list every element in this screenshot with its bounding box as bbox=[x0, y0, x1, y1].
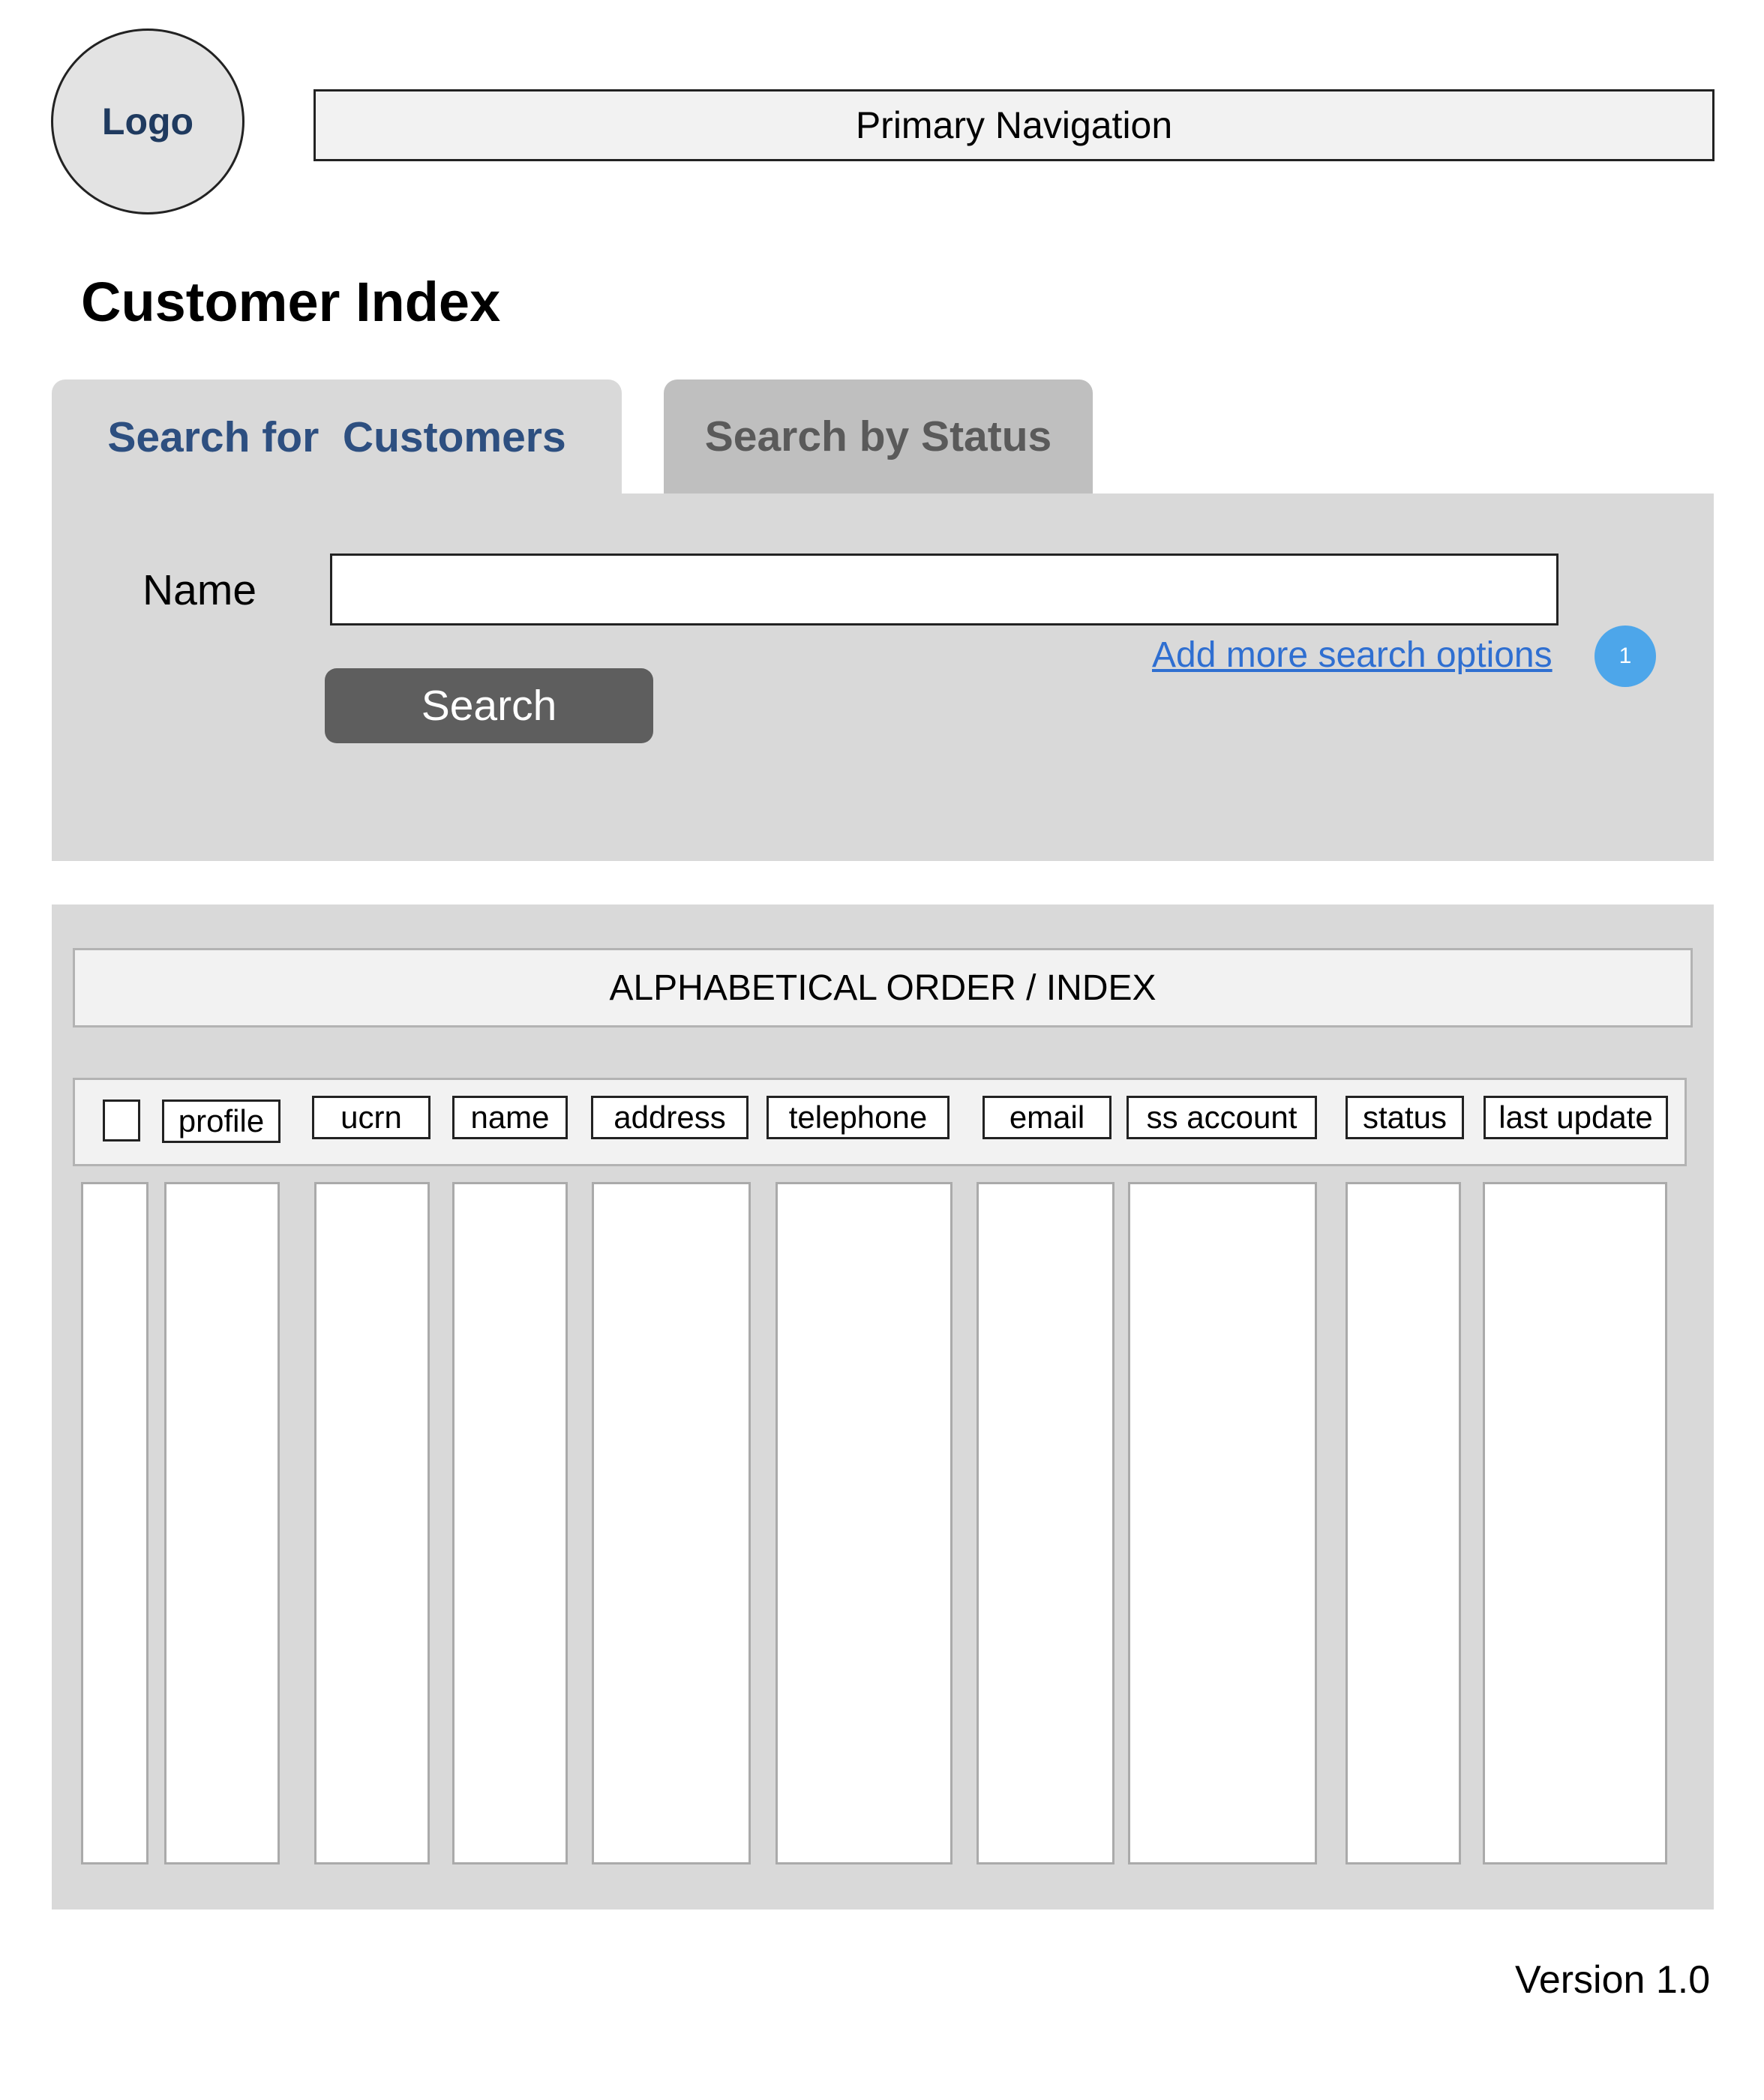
column-body-address bbox=[592, 1182, 751, 1864]
name-input[interactable] bbox=[330, 554, 1558, 626]
column-header-address[interactable]: address bbox=[591, 1096, 748, 1139]
column-header-last-update[interactable]: last update bbox=[1484, 1096, 1668, 1139]
column-body-name bbox=[452, 1182, 568, 1864]
select-all-checkbox[interactable] bbox=[103, 1100, 140, 1142]
column-header-status[interactable]: status bbox=[1346, 1096, 1464, 1139]
name-label: Name bbox=[142, 566, 257, 614]
tab-search-by-status[interactable]: Search by Status bbox=[664, 380, 1093, 494]
search-button[interactable]: Search bbox=[325, 668, 653, 743]
tab-label: Search for Customers bbox=[107, 413, 566, 461]
column-body-status bbox=[1346, 1182, 1461, 1864]
add-more-search-options-link[interactable]: Add more search options bbox=[1152, 627, 1552, 684]
primary-navigation[interactable]: Primary Navigation bbox=[314, 89, 1714, 161]
tab-search-customers[interactable]: Search for Customers bbox=[52, 380, 622, 495]
column-body-profile bbox=[164, 1182, 280, 1864]
tab-label: Search by Status bbox=[704, 412, 1052, 460]
alphabetical-index-bar[interactable]: ALPHABETICAL ORDER / INDEX bbox=[73, 948, 1693, 1028]
annotation-badge: 1 bbox=[1594, 626, 1656, 687]
column-header-profile[interactable]: profile bbox=[162, 1100, 280, 1143]
column-header-name[interactable]: name bbox=[452, 1096, 568, 1139]
column-header-ucrn[interactable]: ucrn bbox=[312, 1096, 430, 1139]
column-body-ss-account bbox=[1128, 1182, 1317, 1864]
column-body-telephone bbox=[776, 1182, 952, 1864]
column-body-ucrn bbox=[314, 1182, 430, 1864]
column-body-email bbox=[976, 1182, 1114, 1864]
column-header-email[interactable]: email bbox=[982, 1096, 1112, 1139]
column-header-ss-account[interactable]: ss account bbox=[1126, 1096, 1317, 1139]
column-body-select bbox=[81, 1182, 148, 1864]
column-body-last-update bbox=[1483, 1182, 1667, 1864]
page-title: Customer Index bbox=[81, 271, 501, 333]
logo[interactable]: Logo bbox=[51, 28, 244, 214]
version-label: Version 1.0 bbox=[1515, 1958, 1711, 2002]
column-header-telephone[interactable]: telephone bbox=[766, 1096, 950, 1139]
